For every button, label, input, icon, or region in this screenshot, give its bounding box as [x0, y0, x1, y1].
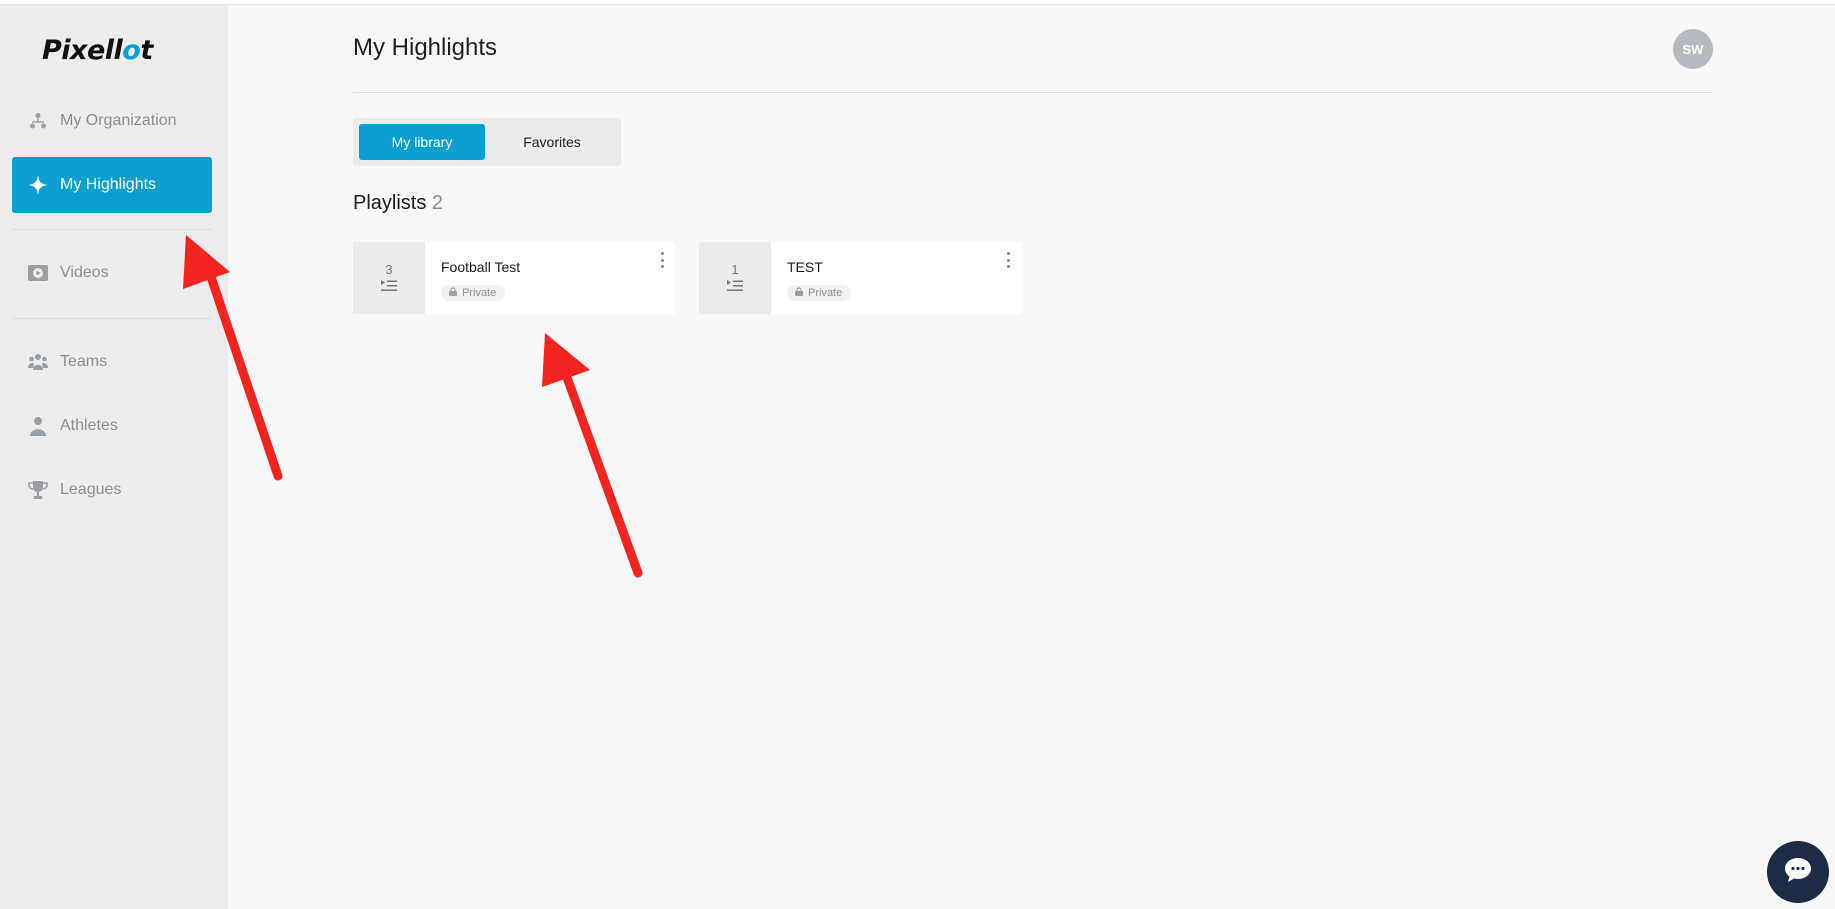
playlist-thumb: 3 — [353, 242, 425, 314]
sidebar-item-label: Teams — [60, 353, 108, 370]
sidebar: Pixellot My Organization My Highlights V… — [0, 5, 228, 909]
organization-icon — [28, 111, 48, 131]
playlist-card-body: Football Test Private — [425, 242, 675, 314]
sidebar-item-videos[interactable]: Videos — [12, 245, 212, 301]
playlist-card-body: TEST Private — [771, 242, 1021, 314]
playlist-name: TEST — [787, 259, 823, 275]
sidebar-item-my-organization[interactable]: My Organization — [12, 93, 212, 149]
trophy-icon — [28, 480, 48, 500]
playlist-icon — [381, 279, 397, 295]
sidebar-item-athletes[interactable]: Athletes — [12, 398, 212, 454]
lock-icon — [449, 287, 457, 299]
playlist-icon — [727, 279, 743, 295]
playlist-card-football-test[interactable]: 3 Football Test Private — [353, 242, 675, 314]
tab-my-library[interactable]: My library — [359, 124, 485, 160]
sidebar-item-label: My Highlights — [60, 176, 157, 193]
sidebar-item-label: Athletes — [60, 417, 118, 434]
annotation-arrows — [183, 235, 643, 578]
playlists-title: Playlists — [353, 192, 427, 214]
sidebar-item-label: Videos — [60, 264, 109, 281]
top-border — [0, 0, 1835, 5]
pixellot-logo[interactable]: Pixellot — [42, 35, 153, 66]
avatar[interactable]: SW — [1673, 29, 1713, 69]
sidebar-item-leagues[interactable]: Leagues — [12, 462, 212, 518]
sidebar-item-label: Leagues — [60, 481, 122, 498]
sidebar-item-label: My Organization — [60, 112, 177, 129]
sidebar-item-teams[interactable]: Teams — [12, 334, 212, 390]
header-divider — [353, 92, 1713, 93]
sidebar-item-my-highlights[interactable]: My Highlights — [12, 157, 212, 213]
teams-icon — [28, 352, 48, 372]
playlist-card-test[interactable]: 1 TEST Private — [699, 242, 1021, 314]
play-icon — [28, 263, 48, 283]
sparkle-icon — [28, 175, 48, 195]
playlist-item-count: 3 — [385, 261, 393, 277]
lock-icon — [795, 287, 803, 299]
playlist-name: Football Test — [441, 259, 521, 275]
chat-icon — [1784, 857, 1812, 888]
playlist-item-count: 1 — [731, 261, 739, 277]
chat-button[interactable] — [1767, 841, 1829, 903]
tab-favorites[interactable]: Favorites — [489, 124, 615, 160]
arrow-to-football-test — [542, 333, 643, 578]
visibility-badge: Private — [441, 285, 506, 301]
library-tabs: My library Favorites — [353, 118, 621, 166]
sidebar-divider — [12, 318, 212, 319]
athlete-icon — [28, 416, 48, 436]
page-title: My Highlights — [353, 34, 498, 61]
playlist-thumb: 1 — [699, 242, 771, 314]
playlists-heading: Playlists 2 — [353, 192, 443, 215]
more-options-icon[interactable] — [1003, 250, 1013, 270]
sidebar-divider — [12, 229, 212, 230]
playlists-count: 2 — [431, 192, 444, 214]
more-options-icon[interactable] — [657, 250, 667, 270]
visibility-label: Private — [462, 287, 497, 299]
visibility-label: Private — [808, 287, 843, 299]
visibility-badge: Private — [787, 285, 852, 301]
